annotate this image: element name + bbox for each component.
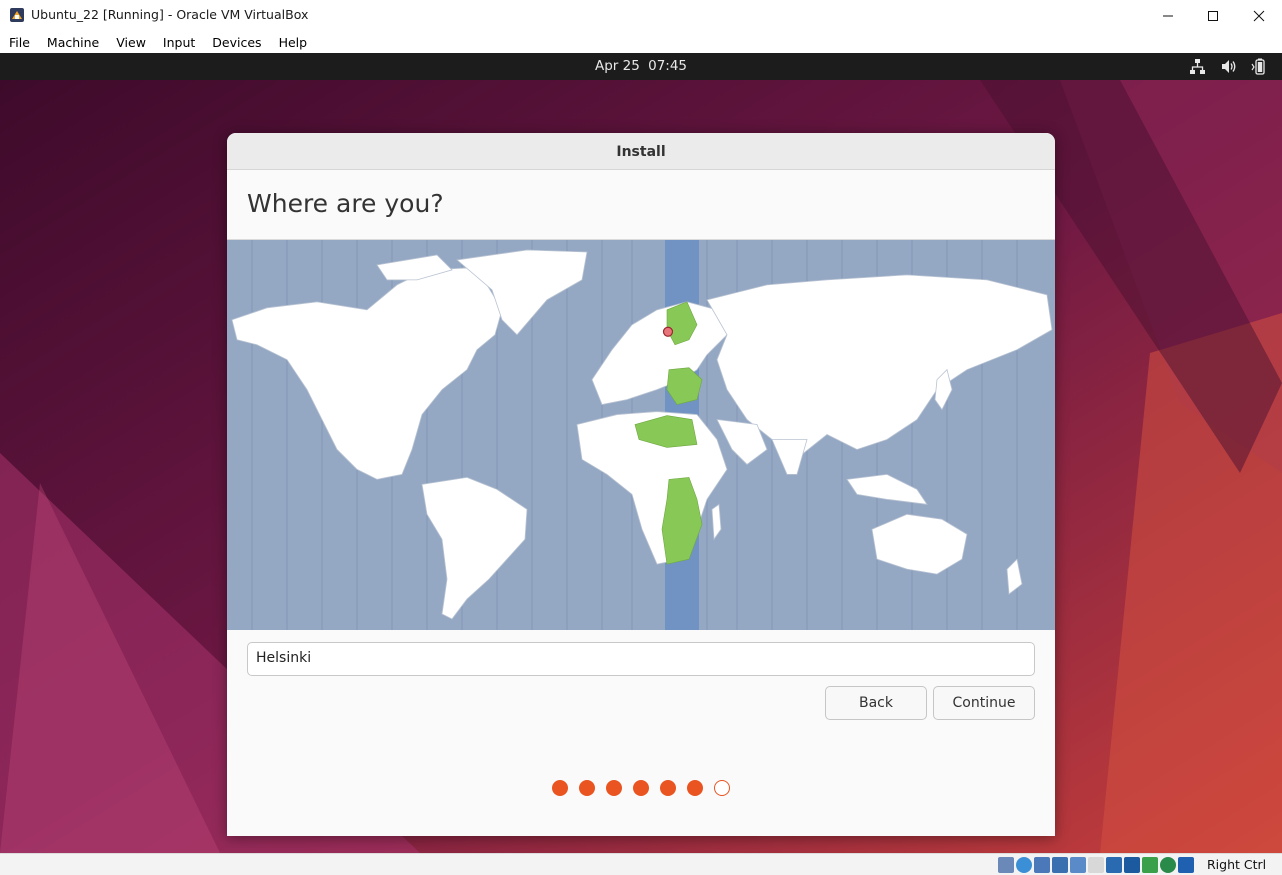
progress-dot [579,780,595,796]
menu-input[interactable]: Input [154,35,203,50]
minimize-button[interactable] [1145,0,1191,31]
window-title: Ubuntu_22 [Running] - Oracle VM VirtualB… [31,7,309,22]
menu-view[interactable]: View [107,35,154,50]
progress-dot [687,780,703,796]
page-heading: Where are you? [247,189,444,218]
menu-help[interactable]: Help [270,35,316,50]
mouse-integration-icon[interactable] [1160,857,1176,873]
system-tray[interactable] [1189,58,1268,75]
cpu-icon[interactable] [1142,857,1158,873]
network-adapter-icon[interactable] [1052,857,1068,873]
progress-dots [227,780,1055,796]
progress-dot [660,780,676,796]
guest-desktop: Apr 25 07:45 Install Where are you? Hels… [0,53,1282,853]
recording-icon[interactable] [1124,857,1140,873]
audio-icon[interactable] [1034,857,1050,873]
optical-drive-icon[interactable] [1016,857,1032,873]
menu-bar: File Machine View Input Devices Help [0,31,1282,53]
maximize-icon [1208,10,1218,21]
close-button[interactable] [1236,0,1282,31]
host-key-label: Right Ctrl [1207,857,1267,872]
progress-dot [606,780,622,796]
menu-devices[interactable]: Devices [203,35,269,50]
menu-file[interactable]: File [0,35,38,50]
gnome-top-bar: Apr 25 07:45 [0,53,1282,80]
progress-dot [552,780,568,796]
menu-machine[interactable]: Machine [38,35,107,50]
usb-icon[interactable] [1070,857,1086,873]
shared-folders-icon[interactable] [1088,857,1104,873]
continue-button[interactable]: Continue [933,686,1035,720]
device-indicators [998,857,1194,873]
installer-window: Install Where are you? Helsinki Back Con… [227,133,1055,836]
minimize-icon [1163,15,1173,16]
clock[interactable]: Apr 25 07:45 [0,58,1282,74]
progress-dot [633,780,649,796]
battery-icon [1251,58,1265,75]
progress-dot-current [714,780,730,796]
display-icon[interactable] [1106,857,1122,873]
close-icon [1253,10,1265,21]
city-marker [662,326,674,337]
timezone-input[interactable]: Helsinki [247,642,1035,676]
network-icon [1190,59,1205,74]
vm-status-bar: Right Ctrl [0,853,1282,875]
virtualbox-icon [10,8,24,22]
clock-date: Apr 25 [594,58,640,74]
back-button[interactable]: Back [825,686,927,720]
hard-disk-icon[interactable] [998,857,1014,873]
timezone-map[interactable] [227,239,1055,630]
installer-title: Install [227,133,1055,170]
window-titlebar: Ubuntu_22 [Running] - Oracle VM VirtualB… [0,0,1282,31]
clock-time: 07:45 [648,58,688,74]
keyboard-capture-icon[interactable] [1178,857,1194,873]
maximize-button[interactable] [1190,0,1236,31]
volume-icon [1222,60,1236,73]
